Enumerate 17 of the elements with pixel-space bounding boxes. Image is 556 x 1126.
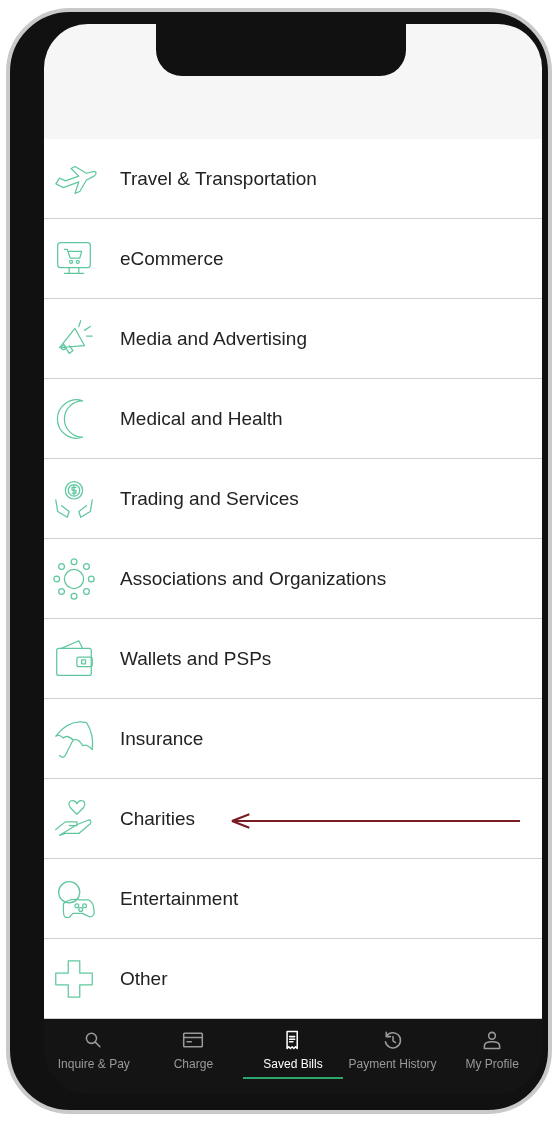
tab[interactable]: Inquire & Pay — [44, 1019, 144, 1079]
category-item[interactable]: Charities — [44, 779, 542, 859]
tab[interactable]: Saved Bills — [243, 1019, 343, 1079]
tab[interactable]: My Profile — [442, 1019, 542, 1079]
category-item[interactable]: Media and Advertising — [44, 299, 542, 379]
tab[interactable]: Payment History — [342, 1019, 443, 1079]
card-icon — [182, 1029, 205, 1051]
category-item[interactable]: Associations and Organizations — [44, 539, 542, 619]
category-item[interactable]: Medical and Health — [44, 379, 542, 459]
category-item[interactable]: eCommerce — [44, 219, 542, 299]
category-item[interactable]: Other — [44, 939, 542, 1019]
category-item[interactable]: Insurance — [44, 699, 542, 779]
category-item[interactable]: Wallets and PSPs — [44, 619, 542, 699]
tab[interactable]: Charge — [143, 1019, 244, 1079]
category-item[interactable]: Entertainment — [44, 859, 542, 939]
category-item[interactable]: Trading and Services — [44, 459, 542, 539]
category-item[interactable]: Travel & Transportation — [44, 139, 542, 219]
